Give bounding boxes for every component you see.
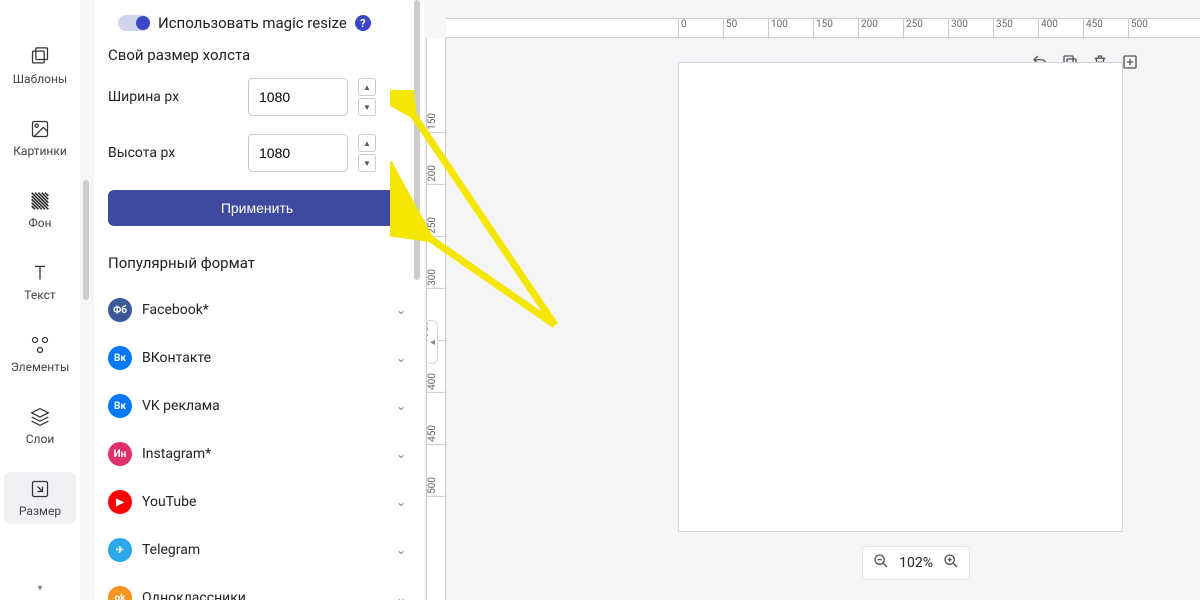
zoom-out-icon[interactable]	[873, 553, 889, 573]
format-name: Facebook*	[142, 302, 386, 318]
magic-resize-toggle[interactable]	[118, 15, 150, 31]
format-item[interactable]: ▶ YouTube ⌄	[108, 478, 406, 526]
chevron-down-icon: ⌄	[396, 543, 406, 557]
ruler-tick: 300	[948, 19, 968, 39]
layers-icon	[29, 406, 51, 428]
format-badge-icon: Вк	[108, 394, 132, 418]
format-badge-icon: ✈	[108, 538, 132, 562]
zoom-control: 102%	[862, 546, 970, 580]
ruler-tick: 500	[1128, 19, 1148, 39]
magic-resize-label: Использовать magic resize	[158, 14, 347, 32]
custom-size-title: Свой размер холста	[108, 46, 406, 64]
canvas-page[interactable]	[678, 62, 1123, 532]
popular-format-title: Популярный формат	[108, 254, 406, 272]
format-name: Одноклассники	[142, 590, 386, 600]
sidebar-label: Размер	[19, 504, 61, 518]
height-input[interactable]	[248, 134, 348, 172]
canvas-area: 0 50 100 150 200 250 300 350 400 450 500 150 200 250…	[424, 0, 1200, 600]
height-label: Высота px	[108, 145, 238, 161]
width-input[interactable]	[248, 78, 348, 116]
format-name: ВКонтакте	[142, 350, 386, 366]
add-page-icon[interactable]	[1120, 52, 1140, 72]
ruler-tick: 250	[903, 19, 923, 39]
sidebar-label: Фон	[28, 216, 51, 230]
sidebar-label: Слои	[26, 432, 55, 446]
ruler-tick: 250	[427, 217, 447, 237]
ruler-tick: 400	[1038, 19, 1058, 39]
format-item[interactable]: ok Одноклассники ⌄	[108, 574, 406, 600]
images-icon	[29, 118, 51, 140]
sidebar-label: Элементы	[11, 360, 70, 374]
chevron-down-icon: ⌄	[396, 351, 406, 365]
format-item[interactable]: Вк VK реклама ⌄	[108, 382, 406, 430]
format-name: VK реклама	[142, 398, 386, 414]
chevron-down-icon[interactable]: ▾	[37, 583, 42, 594]
ruler-vertical: 150200250300350400450500	[426, 38, 446, 600]
ruler-tick: 450	[1083, 19, 1103, 39]
format-badge-icon: ok	[108, 586, 132, 600]
height-down-button[interactable]: ▼	[358, 154, 376, 172]
ruler-tick: 400	[427, 373, 447, 393]
size-panel: Использовать magic resize ? Свой размер …	[94, 0, 424, 600]
sidebar-item-size[interactable]: Размер	[4, 472, 76, 524]
ruler-tick: 100	[768, 19, 788, 39]
sidebar-item-templates[interactable]: Шаблоны	[4, 40, 76, 92]
sidebar-item-images[interactable]: Картинки	[4, 112, 76, 164]
sidebar-scrollbar[interactable]	[80, 0, 94, 600]
ruler-tick: 200	[858, 19, 878, 39]
help-icon[interactable]: ?	[355, 15, 371, 31]
format-item[interactable]: ✈ Telegram ⌄	[108, 526, 406, 574]
ruler-tick: 200	[427, 165, 447, 185]
chevron-down-icon: ⌄	[396, 447, 406, 461]
ruler-tick: 50	[723, 19, 737, 39]
ruler-tick: 300	[427, 269, 447, 289]
format-badge-icon: Ин	[108, 442, 132, 466]
elements-icon	[29, 334, 51, 356]
format-badge-icon: Вк	[108, 346, 132, 370]
templates-icon	[29, 46, 51, 68]
format-badge-icon: Фб	[108, 298, 132, 322]
size-icon	[29, 478, 51, 500]
format-name: Telegram	[142, 542, 386, 558]
format-badge-icon: ▶	[108, 490, 132, 514]
background-icon	[29, 190, 51, 212]
left-sidebar: Шаблоны Картинки Фон Текст Элементы Слои…	[0, 0, 80, 600]
ruler-tick: 350	[993, 19, 1013, 39]
ruler-tick: 450	[427, 425, 447, 445]
chevron-down-icon: ⌄	[396, 591, 406, 600]
width-label: Ширина px	[108, 89, 238, 105]
ruler-tick: 0	[678, 19, 687, 39]
text-icon	[29, 262, 51, 284]
chevron-down-icon: ⌄	[396, 303, 406, 317]
width-down-button[interactable]: ▼	[358, 98, 376, 116]
chevron-down-icon: ⌄	[396, 495, 406, 509]
zoom-value: 102%	[899, 555, 933, 571]
format-name: Instagram*	[142, 446, 386, 462]
width-up-button[interactable]: ▲	[358, 78, 376, 96]
format-name: YouTube	[142, 494, 386, 510]
format-item[interactable]: Вк ВКонтакте ⌄	[108, 334, 406, 382]
panel-collapse-handle[interactable]: ◂	[428, 320, 438, 364]
chevron-down-icon: ⌄	[396, 399, 406, 413]
zoom-in-icon[interactable]	[943, 553, 959, 573]
sidebar-label: Текст	[24, 288, 55, 302]
ruler-tick: 150	[813, 19, 833, 39]
format-item[interactable]: Фб Facebook* ⌄	[108, 286, 406, 334]
ruler-tick: 500	[427, 477, 447, 497]
ruler-horizontal: 0 50 100 150 200 250 300 350 400 450 500	[446, 18, 1200, 38]
sidebar-item-background[interactable]: Фон	[4, 184, 76, 236]
format-item[interactable]: Ин Instagram* ⌄	[108, 430, 406, 478]
apply-button[interactable]: Применить	[108, 190, 406, 226]
sidebar-item-layers[interactable]: Слои	[4, 400, 76, 452]
sidebar-item-text[interactable]: Текст	[4, 256, 76, 308]
sidebar-item-elements[interactable]: Элементы	[4, 328, 76, 380]
ruler-tick: 150	[427, 113, 447, 133]
sidebar-label: Шаблоны	[13, 72, 67, 86]
sidebar-label: Картинки	[13, 144, 67, 158]
panel-scrollbar[interactable]	[414, 0, 420, 300]
height-up-button[interactable]: ▲	[358, 134, 376, 152]
